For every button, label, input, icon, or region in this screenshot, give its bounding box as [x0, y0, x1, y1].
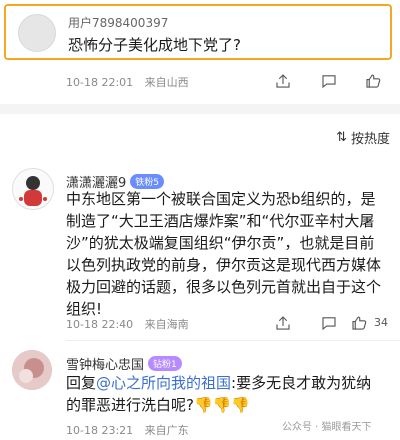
share-icon[interactable] [272, 70, 294, 92]
comment-meta: 10-18 22:40 来自海南 [66, 316, 189, 332]
like-count: 34 [374, 316, 388, 329]
fan-badge: 钻粉1 [148, 356, 182, 371]
post-location: 来自山西 [144, 76, 189, 89]
sort-toggle[interactable]: ⇅ 按热度 [336, 128, 390, 147]
quoted-post[interactable]: 用户7898400397 恐怖分子美化成地下党了? [4, 4, 392, 60]
avatar[interactable] [18, 14, 56, 52]
comment-icon[interactable] [318, 70, 340, 92]
reply-prefix: 回复 [66, 374, 97, 392]
avatar[interactable] [12, 168, 54, 210]
sort-icon: ⇅ [336, 130, 347, 145]
quoted-username[interactable]: 用户7898400397 [68, 14, 168, 31]
avatar-image [12, 350, 52, 390]
comment-location: 来自广东 [144, 424, 189, 437]
like-icon[interactable] [362, 70, 384, 92]
comment-username[interactable]: 雪钟梅心忠国 钻粉1 [66, 354, 182, 373]
comment-timestamp: 10-18 22:40 [66, 318, 134, 331]
comment-icon[interactable] [318, 312, 340, 334]
avatar-image [13, 169, 53, 209]
mention-link[interactable]: @心之所向我的祖国 [96, 374, 231, 392]
comment-location: 来自海南 [144, 318, 189, 331]
watermark: 公众号 · 猫眼看天下 [282, 422, 372, 433]
comment-separator [66, 340, 400, 341]
avatar[interactable] [12, 350, 52, 390]
comment-timestamp: 10-18 23:21 [66, 424, 134, 437]
post-timestamp: 10-18 22:01 [66, 76, 134, 89]
thumbs-down-emoji: 👎👎👎 [193, 396, 250, 414]
fan-badge: 铁粉5 [130, 174, 165, 189]
comment-text: 中东地区第一个被联合国定义为恐b组织的，是制造了“大卫王酒店爆炸案”和“代尔亚辛… [66, 190, 382, 318]
share-icon[interactable] [272, 312, 294, 334]
section-divider [0, 104, 400, 114]
comment-text: 回复@心之所向我的祖国:要多无良才敢为犹纳的罪恶进行洗白呢?👎👎👎 [66, 372, 386, 416]
comment-meta: 10-18 23:21 来自广东 [66, 422, 189, 438]
post-meta: 10-18 22:01 来自山西 [66, 74, 189, 90]
like-icon[interactable] [348, 312, 370, 334]
quoted-text: 恐怖分子美化成地下党了? [68, 36, 241, 54]
sort-label: 按热度 [350, 132, 390, 147]
